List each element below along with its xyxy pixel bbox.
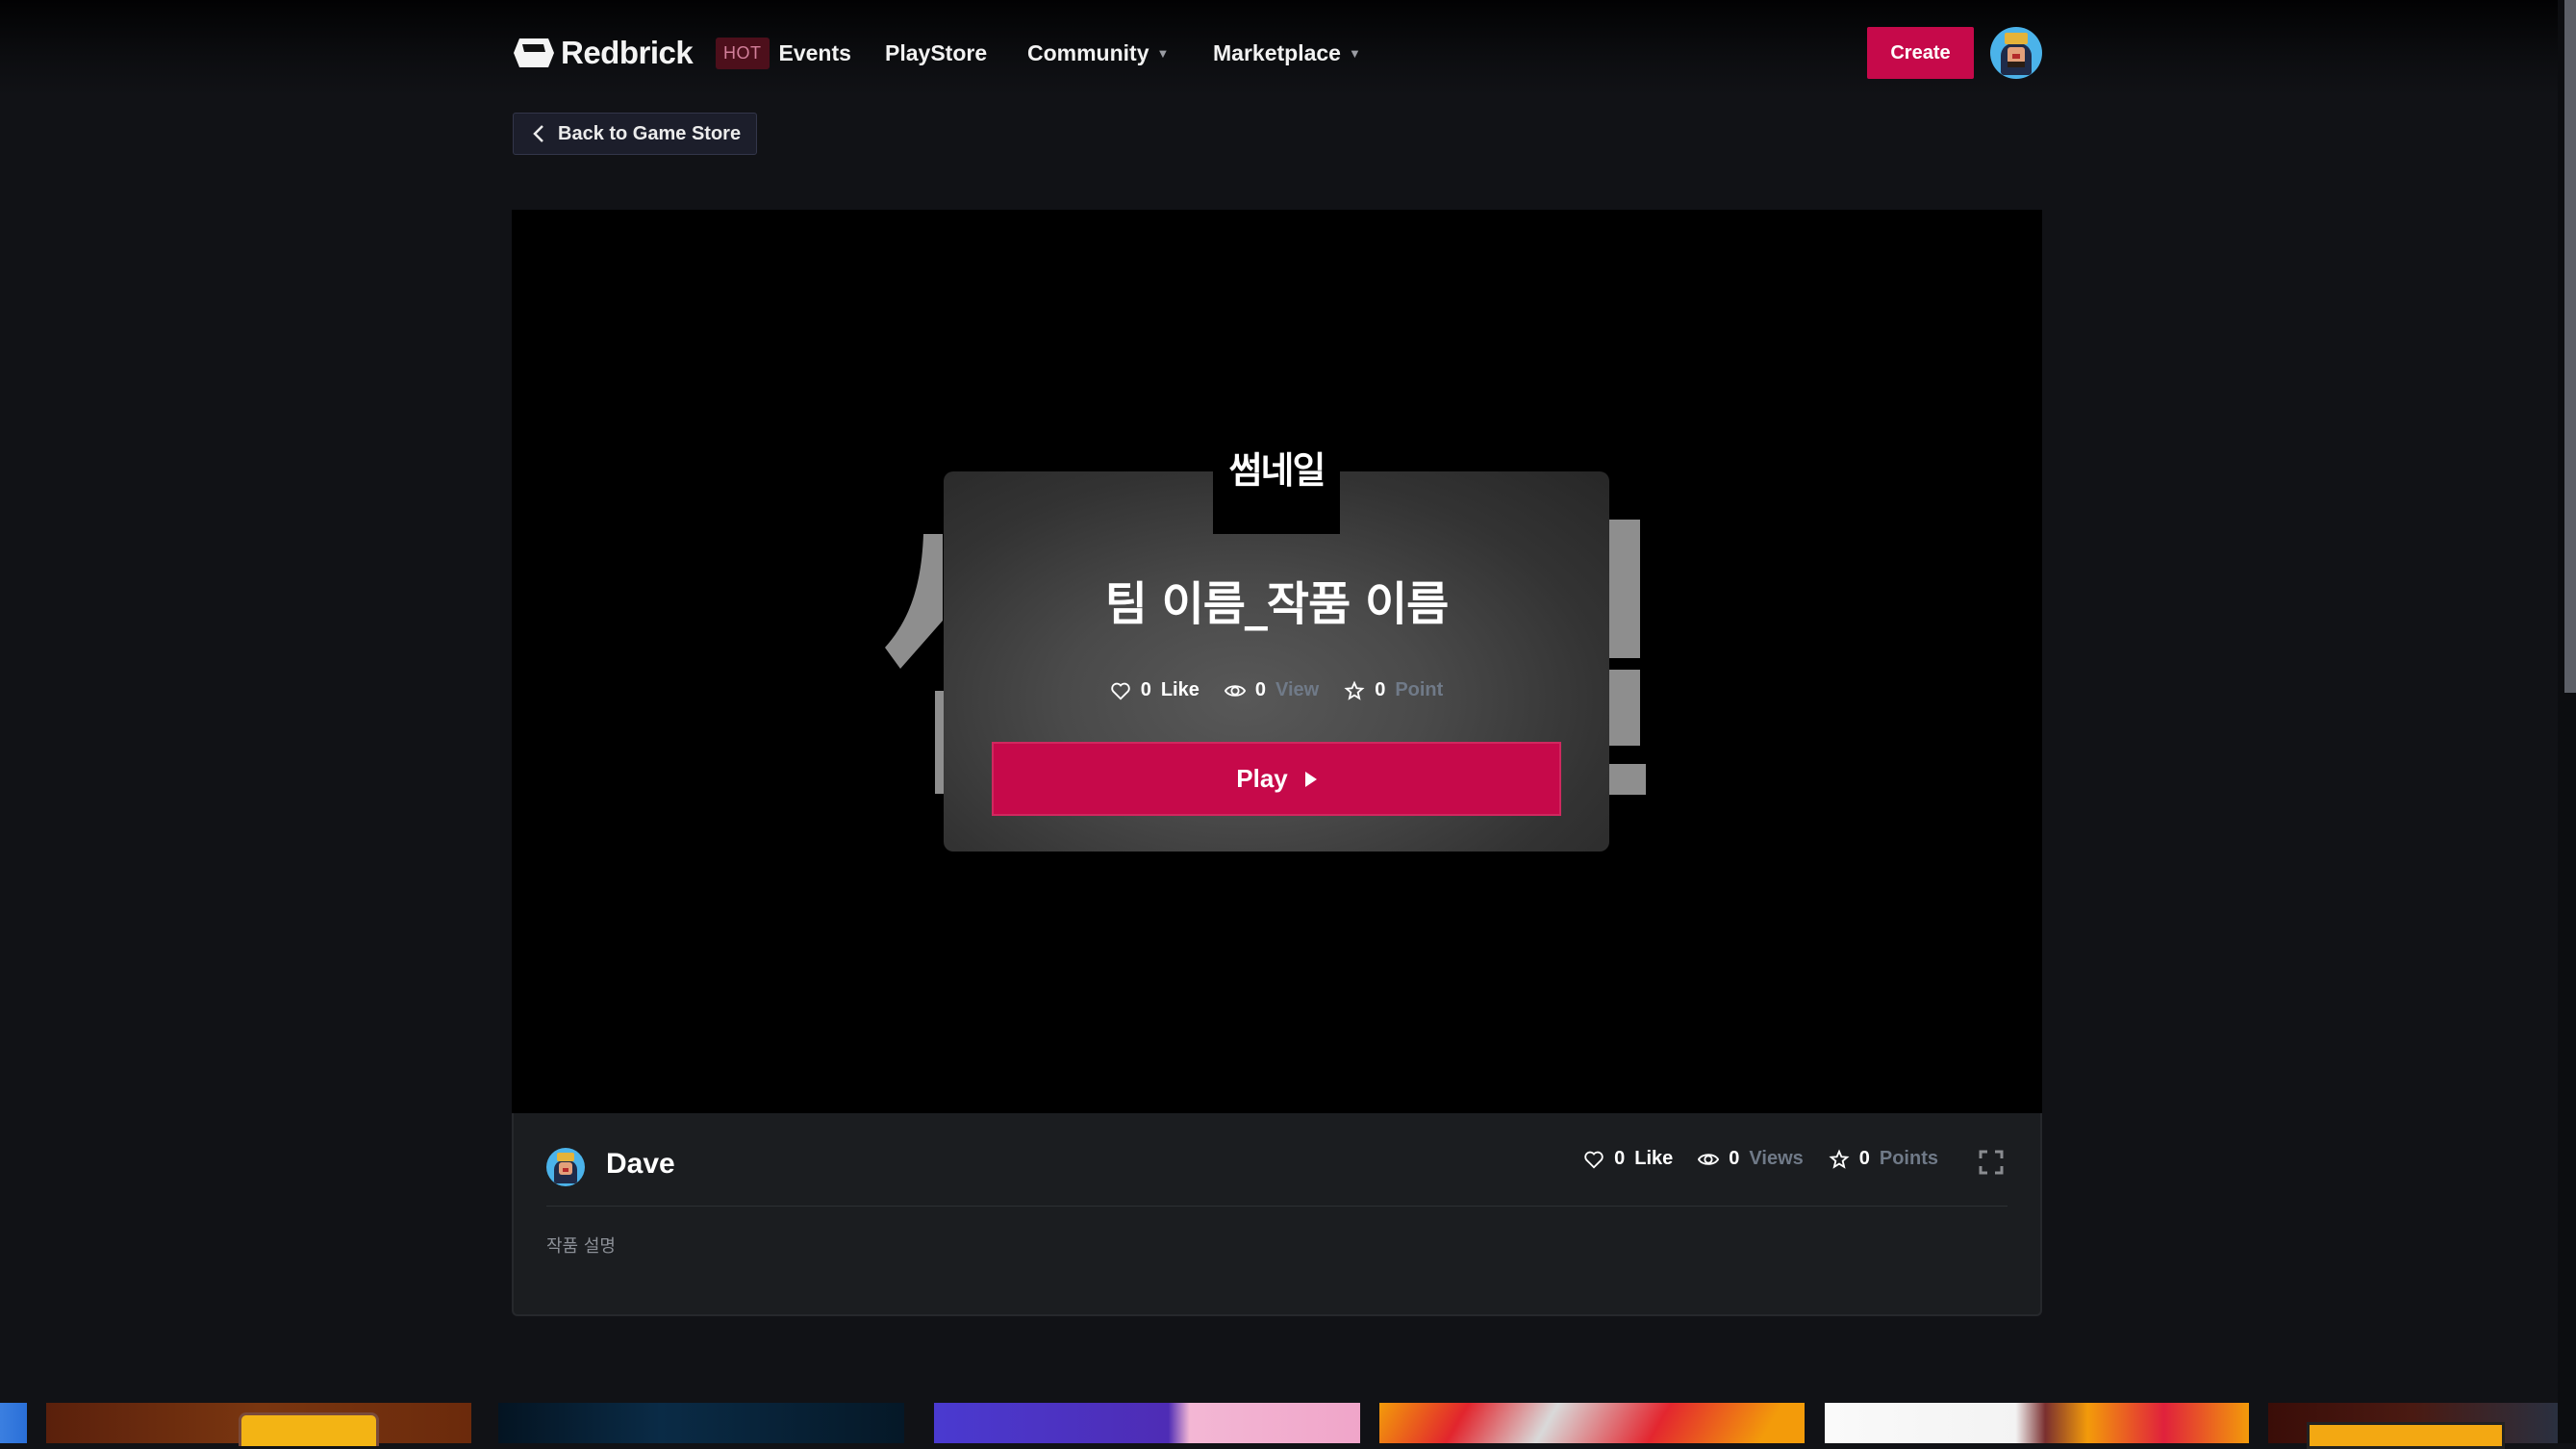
nav-item-community[interactable]: Community ▼ [1027,33,1169,73]
view-label: View [1275,679,1320,700]
chevron-down-icon: ▼ [1156,45,1170,61]
bg-decoration-curve [885,534,943,669]
avatar-beard [2007,61,2026,68]
point-stat: 0 Point [1344,679,1443,701]
chevron-left-icon [533,125,543,142]
like-count: 0 [1140,679,1151,700]
related-games-strip [0,1403,2558,1449]
eye-icon [1224,684,1246,697]
page-scrollbar-thumb[interactable] [2564,0,2576,693]
fullscreen-icon[interactable] [1979,1150,2004,1175]
game-info-panel: Dave 0 Like 0 Views 0 Points 작품 설명 [512,1113,2042,1316]
game-title: 팀 이름_작품 이름 [1104,577,1450,631]
info-stats: 0 Like 0 Views 0 Points [1583,1148,1938,1170]
eye-icon [1698,1153,1720,1165]
hot-badge: HOT [716,37,770,69]
nav-label-community: Community [1027,39,1149,65]
nav-item-marketplace[interactable]: Marketplace ▼ [1213,33,1361,73]
game-description: 작품 설명 [546,1236,616,1257]
game-thumb-4[interactable] [934,1403,1360,1443]
chevron-down-icon: ▼ [1348,45,1361,61]
redbrick-logo-icon [514,38,554,67]
brand-name: Redbrick [561,35,694,70]
nav-label-marketplace: Marketplace [1213,39,1341,65]
like-stat[interactable]: 0 Like [1110,679,1200,701]
game-thumb-5[interactable] [1379,1403,1805,1443]
creator-name[interactable]: Dave [606,1148,675,1181]
game-stats: 0 Like 0 View 0 Point [944,679,1609,701]
avatar-crown [557,1152,574,1161]
info-divider [546,1206,2008,1207]
nav-label-playstore: PlayStore [885,39,988,65]
user-avatar[interactable] [1990,27,2042,79]
like-button[interactable]: 0 Like [1583,1148,1673,1170]
avatar-mouth [562,1167,569,1172]
game-thumb-3[interactable] [498,1403,904,1443]
star-icon [1344,679,1365,700]
like-label: Like [1634,1148,1674,1169]
creator-avatar[interactable] [546,1148,585,1186]
game-preview-frame: 썸네일 팀 이름_작품 이름 0 Like 0 View 0 Point Pla… [512,210,2042,1113]
point-count: 0 [1375,679,1386,700]
point-stat: 0 Points [1829,1148,1938,1170]
thumbnail-label: 썸네일 [1228,449,1326,492]
bg-decoration-bar [1609,764,1646,795]
heart-icon [1584,1151,1604,1169]
top-nav-bar: Redbrick HOT Events PlayStore Community … [0,0,2558,96]
play-button[interactable]: Play [992,742,1561,816]
avatar-crown [2005,33,2028,45]
heart-icon [1110,682,1130,700]
back-button-label: Back to Game Store [558,122,742,144]
game-thumb-6[interactable] [1825,1403,2249,1443]
back-to-store-button[interactable]: Back to Game Store [513,113,757,155]
view-label: Views [1749,1148,1804,1169]
point-label: Point [1395,679,1444,700]
brand-logo[interactable]: Redbrick [513,35,694,71]
view-stat: 0 Views [1698,1148,1804,1170]
star-icon [1829,1148,1850,1169]
point-label: Points [1879,1148,1938,1169]
nav-label-events: Events [778,39,851,65]
game-logo-art [2307,1422,2505,1449]
game-thumb-1[interactable] [0,1403,27,1443]
view-count: 0 [1729,1148,1740,1169]
game-logo-art [239,1412,379,1446]
point-count: 0 [1858,1148,1870,1169]
like-label: Like [1160,679,1200,700]
game-thumb-7[interactable] [2268,1403,2558,1449]
bg-decoration-bar [1609,520,1640,658]
play-label: Play [1236,764,1288,793]
create-button[interactable]: Create [1867,27,1974,79]
game-thumb-2[interactable] [46,1403,471,1446]
nav-item-events[interactable]: HOT Events [716,33,851,73]
bg-decoration-bar [1609,670,1640,746]
avatar-mouth [2011,54,2021,60]
play-icon [1304,771,1317,787]
like-count: 0 [1614,1148,1626,1169]
view-count: 0 [1254,679,1266,700]
nav-item-playstore[interactable]: PlayStore [885,33,987,73]
view-stat: 0 View [1224,679,1320,701]
